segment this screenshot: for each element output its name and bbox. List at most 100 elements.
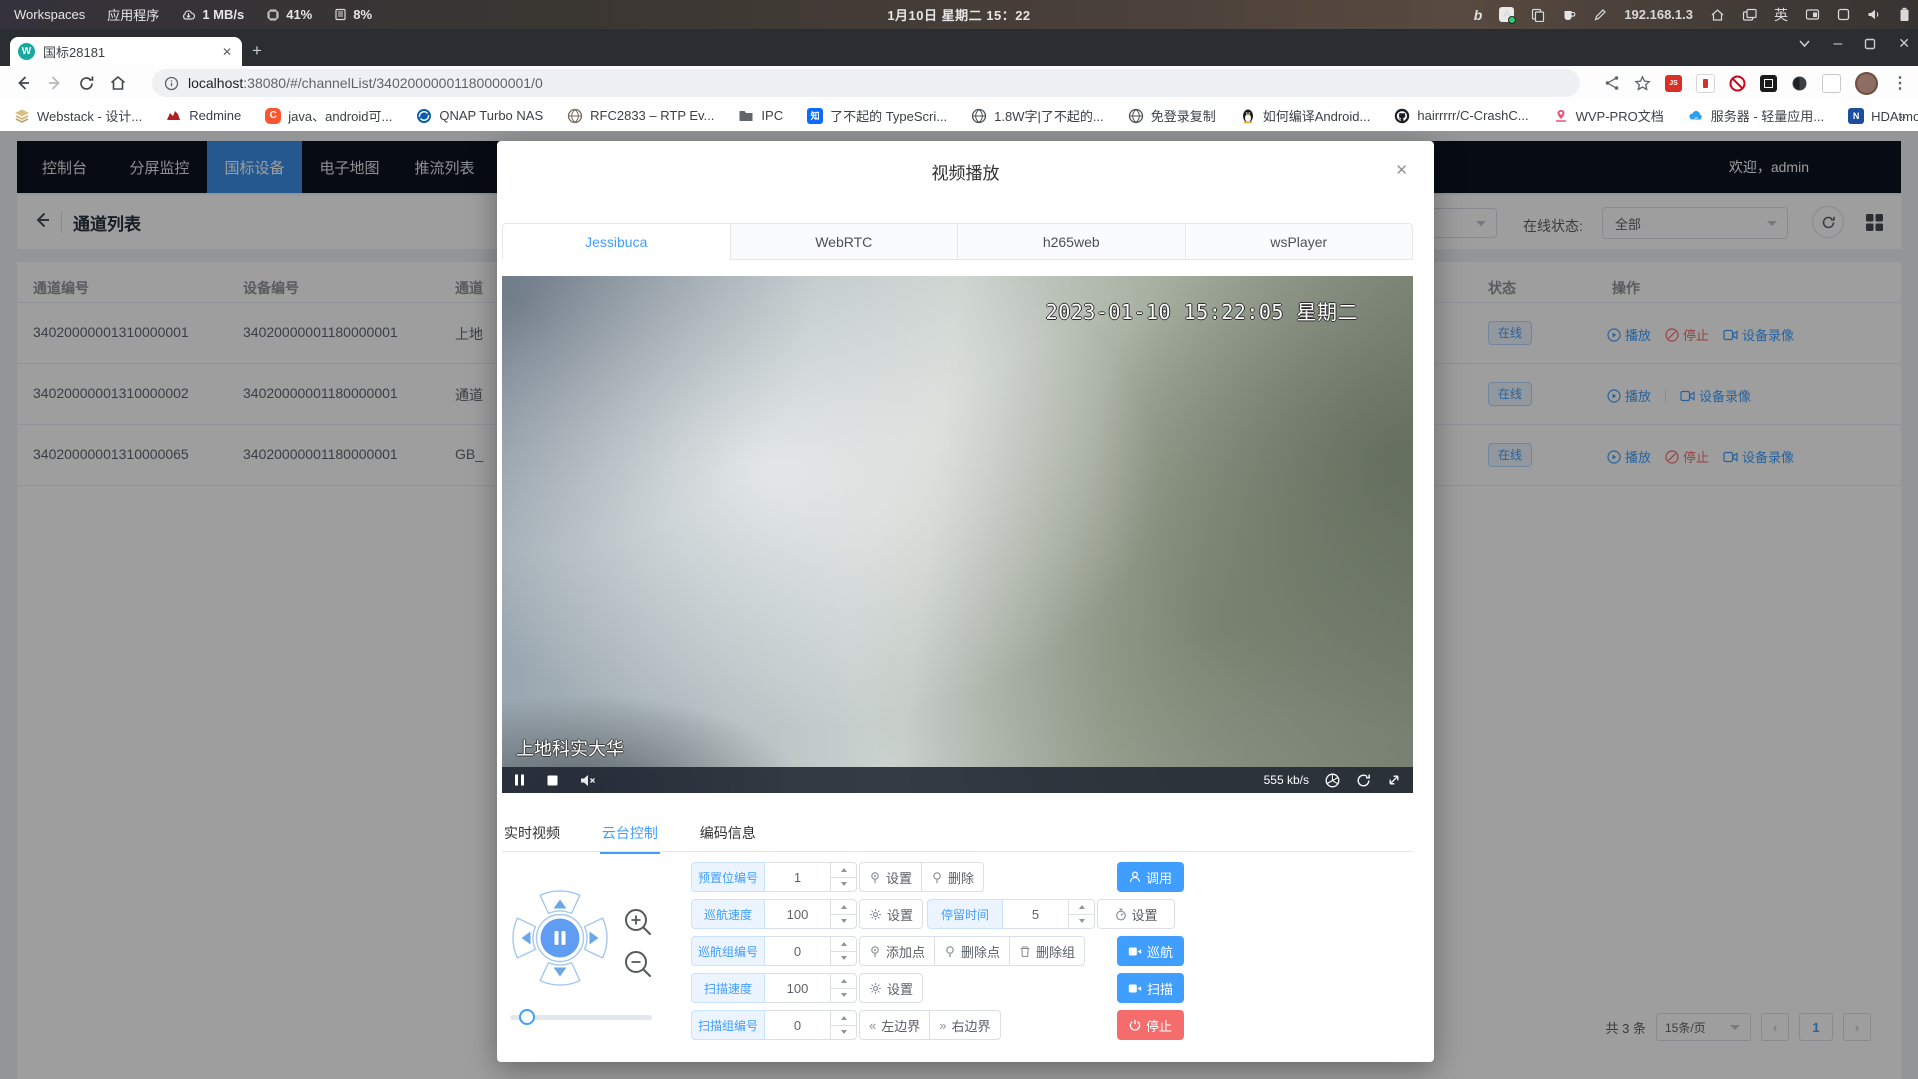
player-tab-webrtc[interactable]: WebRTC — [730, 223, 959, 260]
stepper-down-icon[interactable] — [831, 988, 856, 1003]
bookmark-item[interactable]: 1.8W字|了不起的... — [971, 106, 1104, 125]
zoom-in-icon[interactable] — [622, 906, 656, 940]
extension-block-icon[interactable] — [1729, 75, 1746, 92]
home-icon[interactable] — [1710, 8, 1725, 22]
screen-icon[interactable] — [1837, 8, 1850, 21]
left-boundary-button[interactable]: «左边界 — [859, 1010, 930, 1040]
bookmarks-overflow-icon[interactable]: » — [1898, 108, 1906, 124]
player-tab-h265web[interactable]: h265web — [957, 223, 1186, 260]
bookmark-item[interactable]: 如何编译Android... — [1240, 106, 1371, 125]
bookmark-item[interactable]: 免登录复制 — [1128, 106, 1216, 125]
windows-stack-icon[interactable] — [1742, 8, 1757, 22]
ptz-down-button[interactable] — [540, 963, 580, 986]
bookmark-item[interactable]: C java、android可... — [265, 106, 392, 125]
player-tab-jessibuca[interactable]: Jessibuca — [502, 223, 731, 260]
bookmark-item[interactable]: hairrrrr/C-CrashC... — [1394, 108, 1528, 124]
site-info-icon[interactable] — [164, 76, 179, 91]
extension-adguard-icon[interactable] — [1696, 74, 1715, 93]
bookmark-item[interactable]: WVP-PRO文档 — [1553, 106, 1664, 125]
cruise-button[interactable]: 巡航 — [1117, 936, 1184, 966]
stepper-down-icon[interactable] — [831, 914, 856, 929]
cruise-speed-set-button[interactable]: 设置 — [859, 899, 923, 929]
close-window-button[interactable]: ✕ — [1898, 35, 1910, 52]
stepper-up-icon[interactable] — [831, 937, 856, 951]
stop-icon[interactable] — [547, 775, 558, 786]
home-button-icon[interactable] — [109, 74, 127, 92]
stay-time-set-button[interactable]: 设置 — [1097, 899, 1175, 929]
stepper-down-icon[interactable] — [1069, 914, 1094, 929]
tab-encoding-info[interactable]: 编码信息 — [698, 817, 758, 852]
delete-group-button[interactable]: 删除组 — [1009, 936, 1085, 966]
minimize-button[interactable]: – — [1833, 39, 1842, 49]
stepper-down-icon[interactable] — [831, 1025, 856, 1040]
stay-time-input[interactable] — [1003, 899, 1069, 929]
reload-icon[interactable] — [78, 75, 95, 92]
url-bar[interactable]: localhost:38080/#/channelList/3402000000… — [152, 69, 1580, 97]
mute-icon[interactable] — [580, 774, 596, 787]
ptz-speed-slider-handle[interactable] — [519, 1009, 535, 1025]
cruise-speed-input[interactable] — [765, 899, 831, 929]
chevron-down-icon[interactable] — [1798, 39, 1811, 48]
stepper-down-icon[interactable] — [831, 877, 856, 892]
tab-close-icon[interactable]: ✕ — [220, 43, 234, 61]
bookmark-item[interactable]: Redmine — [166, 108, 241, 124]
clipboard-icon[interactable] — [1531, 8, 1545, 22]
bookmark-star-icon[interactable] — [1634, 75, 1651, 92]
applications-button[interactable]: 应用程序 — [107, 5, 159, 24]
cup-icon[interactable] — [1562, 8, 1576, 22]
new-tab-button[interactable]: + — [252, 41, 262, 61]
language-indicator[interactable]: 英 — [1774, 5, 1788, 25]
scan-speed-input[interactable] — [765, 973, 831, 1003]
forward-icon[interactable] — [46, 74, 64, 92]
tab-live-video[interactable]: 实时视频 — [502, 817, 562, 852]
pen-icon[interactable] — [1593, 8, 1607, 22]
volume-icon[interactable] — [1867, 8, 1882, 21]
preset-set-button[interactable]: 设置 — [859, 862, 922, 892]
back-icon[interactable] — [14, 74, 32, 92]
ptz-left-button[interactable] — [513, 918, 536, 958]
bookmark-folder[interactable]: IPC — [738, 108, 783, 124]
aperture-icon[interactable] — [1325, 773, 1340, 788]
preset-call-button[interactable]: 调用 — [1117, 862, 1184, 892]
stepper-up-icon[interactable] — [1069, 900, 1094, 914]
share-icon[interactable] — [1604, 75, 1620, 91]
scan-group-input[interactable] — [765, 1010, 831, 1040]
browser-menu-icon[interactable]: ⋮ — [1892, 73, 1908, 93]
ip-address[interactable]: 192.168.1.3 — [1624, 7, 1693, 22]
scan-speed-set-button[interactable]: 设置 — [859, 973, 923, 1003]
bookmark-item[interactable]: 服务器 - 轻量应用... — [1688, 106, 1824, 125]
input-method-icon[interactable]: A — [1499, 7, 1514, 22]
flameshot-icon[interactable]: b — [1474, 7, 1483, 23]
bookmark-item[interactable]: QNAP Turbo NAS — [416, 108, 543, 124]
scan-button[interactable]: 扫描 — [1117, 973, 1184, 1003]
stepper-up-icon[interactable] — [831, 974, 856, 988]
browser-tab[interactable]: W 国标28181 ✕ — [10, 37, 242, 66]
ptz-stop-button[interactable]: 停止 — [1117, 1010, 1184, 1040]
extension-frame-icon[interactable] — [1760, 75, 1777, 92]
preset-number-input[interactable] — [765, 862, 831, 892]
stepper-down-icon[interactable] — [831, 951, 856, 966]
dialog-close-icon[interactable]: ✕ — [1395, 161, 1408, 179]
add-point-button[interactable]: 添加点 — [859, 936, 935, 966]
extension-page-icon[interactable] — [1822, 74, 1841, 93]
bookmark-item[interactable]: N HDAtmos :: 种子 *... — [1848, 106, 1918, 125]
delete-point-button[interactable]: 删除点 — [934, 936, 1010, 966]
cruise-group-input[interactable] — [765, 936, 831, 966]
stepper-up-icon[interactable] — [831, 863, 856, 877]
bookmark-item[interactable]: Webstack - 设计... — [14, 106, 142, 125]
ptz-up-button[interactable] — [540, 891, 580, 914]
profile-avatar[interactable] — [1855, 72, 1878, 95]
player-tab-wsplayer[interactable]: wsPlayer — [1185, 223, 1414, 260]
right-boundary-button[interactable]: »右边界 — [929, 1010, 1000, 1040]
bookmark-item[interactable]: RFC2833 – RTP Ev... — [567, 108, 714, 124]
bookmark-item[interactable]: 知 了不起的 TypeScri... — [807, 106, 947, 125]
video-canvas[interactable]: 2023-01-10 15:22:05 星期二 上地科实大华 555 kb/s — [502, 276, 1413, 793]
fullscreen-icon[interactable] — [1387, 773, 1401, 787]
tab-ptz-control[interactable]: 云台控制 — [600, 817, 660, 854]
maximize-button[interactable] — [1864, 38, 1876, 50]
preset-delete-button[interactable]: 删除 — [921, 862, 984, 892]
ptz-right-button[interactable] — [585, 918, 608, 958]
ptz-center-pause-button[interactable] — [537, 915, 584, 962]
extension-darkreader-icon[interactable] — [1791, 75, 1808, 92]
workspaces-button[interactable]: Workspaces — [14, 7, 85, 22]
